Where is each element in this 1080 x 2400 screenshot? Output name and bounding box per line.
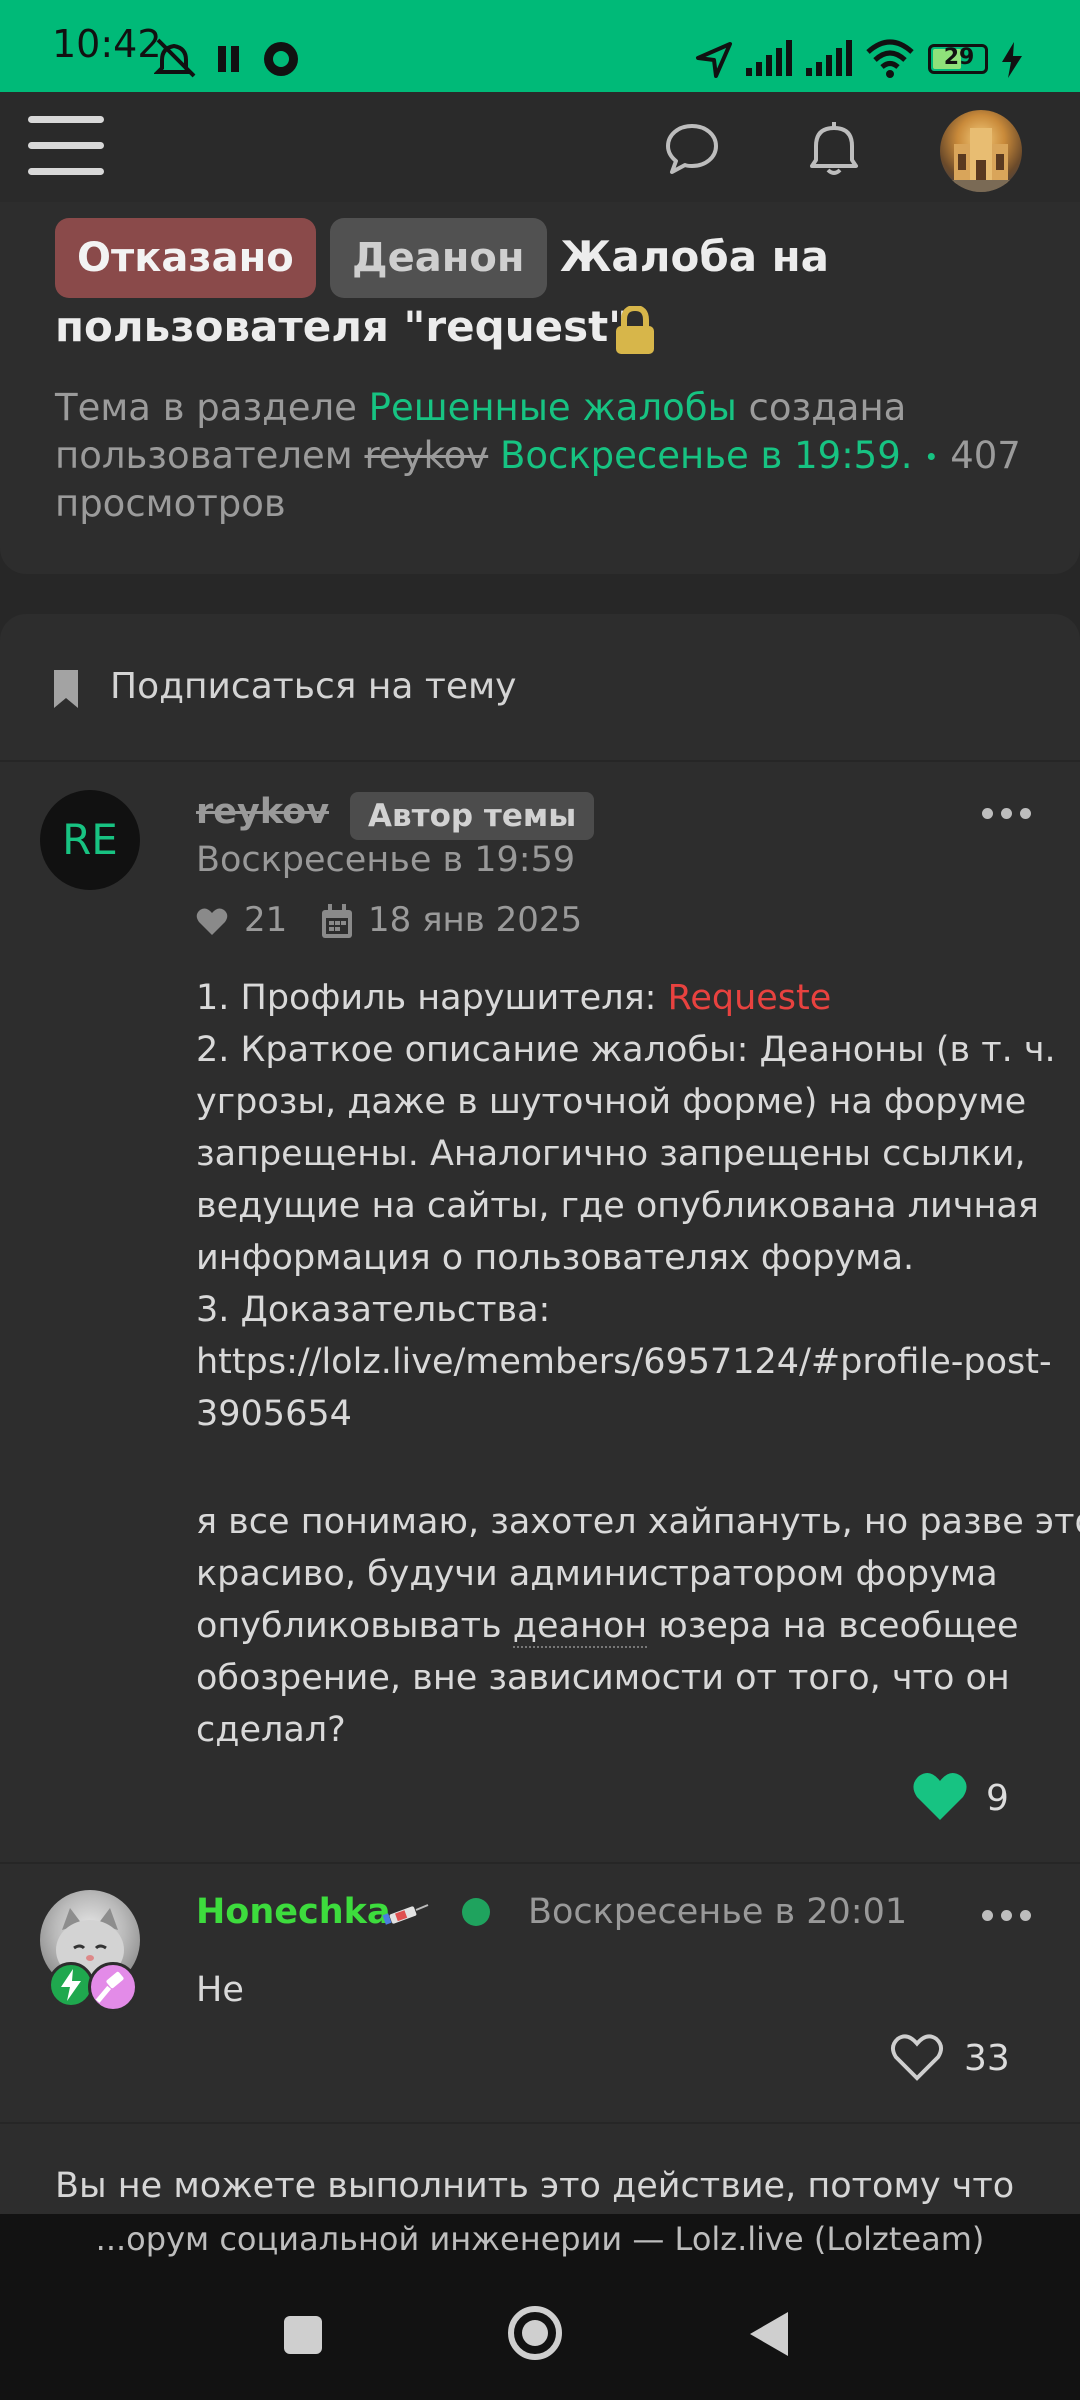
charging-icon bbox=[1002, 42, 1022, 78]
post-line: я все понимаю, захотел хайпануть, но раз… bbox=[196, 1502, 1080, 1542]
term-tooltip[interactable]: деанон bbox=[512, 1606, 648, 1648]
post-time[interactable]: Воскресенье в 19:59 bbox=[196, 840, 575, 880]
text-fragment: опубликовывать bbox=[196, 1606, 502, 1646]
section-link[interactable]: Решенные жалобы bbox=[369, 386, 737, 429]
post-avatar[interactable]: RE bbox=[40, 790, 140, 890]
pause-icon bbox=[218, 46, 239, 72]
user-avatar[interactable] bbox=[940, 110, 1022, 192]
join-date: 18 янв 2025 bbox=[368, 900, 583, 940]
post-like-count[interactable]: 9 bbox=[986, 1778, 1009, 1819]
author-badge: Автор темы bbox=[350, 792, 595, 840]
heart-filled-icon[interactable] bbox=[912, 1772, 968, 1822]
post-author-honechka[interactable]: Honechka bbox=[196, 1892, 391, 1932]
thread-meta-line2: пользователем reykov Воскресенье в 19:59… bbox=[55, 434, 1021, 477]
post-line: обозрение, вне зависимости от того, что … bbox=[196, 1658, 1010, 1698]
post-line: 3. Доказательства: bbox=[196, 1290, 551, 1330]
divider bbox=[0, 760, 1080, 762]
avatar-initials: RE bbox=[62, 815, 118, 864]
bookmark-icon bbox=[54, 670, 78, 708]
post-line: информация о пользователях форума. bbox=[196, 1238, 915, 1278]
evidence-link-cont[interactable]: 3905654 bbox=[196, 1388, 352, 1440]
post-time-honechka[interactable]: Воскресенье в 20:01 bbox=[528, 1892, 907, 1932]
likes-stat: 21 bbox=[244, 900, 288, 940]
status-badge-rejected[interactable]: Отказано bbox=[55, 218, 316, 298]
post-line: угрозы, даже в шуточной форме) на форуме bbox=[196, 1082, 1027, 1122]
divider bbox=[0, 2122, 1080, 2124]
calendar-icon bbox=[322, 904, 352, 938]
page-url-title: ...орум социальной инженерии — Lolz.live… bbox=[95, 2220, 985, 2258]
subscribe-label: Подписаться на тему bbox=[110, 666, 517, 707]
text-fragment: юзера на всеобщее bbox=[658, 1606, 1019, 1646]
battery-level: 29 bbox=[943, 45, 975, 70]
app-header bbox=[0, 92, 1080, 202]
lock-icon bbox=[616, 306, 654, 354]
bell-icon[interactable] bbox=[806, 120, 862, 178]
violator-label: 1. Профиль нарушителя: bbox=[196, 978, 657, 1018]
post-text-honechka: Не bbox=[196, 1970, 244, 2010]
more-options-icon[interactable] bbox=[982, 804, 1039, 823]
signal-icon bbox=[746, 40, 792, 76]
post-line: сделал? bbox=[196, 1710, 346, 1750]
recent-apps-button[interactable] bbox=[284, 2316, 322, 2354]
hamburger-icon[interactable] bbox=[28, 116, 104, 176]
back-button[interactable] bbox=[748, 2310, 790, 2358]
signal-icon-2 bbox=[806, 40, 852, 76]
meta-dot: • bbox=[924, 443, 939, 472]
online-status-dot bbox=[462, 1898, 490, 1926]
post-line: 1. Профиль нарушителя: Requeste bbox=[196, 972, 831, 1024]
status-time: 10:42 bbox=[52, 22, 162, 66]
home-button[interactable] bbox=[506, 2304, 564, 2362]
app-icon bbox=[264, 42, 298, 76]
post-like-count-honechka[interactable]: 33 bbox=[964, 2038, 1010, 2079]
subscribe-button[interactable]: Подписаться на тему bbox=[52, 664, 516, 716]
location-icon bbox=[696, 42, 732, 78]
post-line: опубликовывать деанон юзера на всеобщее bbox=[196, 1600, 1019, 1652]
chat-bubble-icon[interactable] bbox=[664, 122, 720, 176]
status-bar: 10:42 29 bbox=[0, 0, 1080, 92]
views-count: 407 bbox=[950, 434, 1021, 477]
evidence-link[interactable]: https://lolz.live/members/6957124/#profi… bbox=[196, 1336, 1052, 1388]
divider bbox=[0, 1862, 1080, 1864]
more-options-icon[interactable] bbox=[982, 1906, 1039, 1925]
thread-meta-line1: Тема в разделе Решенные жалобы создана bbox=[55, 386, 906, 429]
prefix-badge-deanon[interactable]: Деанон bbox=[330, 218, 547, 298]
thread-author-link[interactable]: reykov bbox=[364, 434, 488, 477]
meta-created: создана bbox=[748, 386, 907, 429]
violator-link[interactable]: Requeste bbox=[668, 978, 832, 1018]
syringe-icon bbox=[382, 1904, 429, 1925]
meta-by: пользователем bbox=[55, 434, 353, 477]
post-line: 2. Краткое описание жалобы: Деаноны (в т… bbox=[196, 1030, 1056, 1070]
heart-stat-icon bbox=[196, 908, 228, 935]
post-line: ведущие на сайты, где опубликована лична… bbox=[196, 1186, 1039, 1226]
mute-icon bbox=[154, 38, 196, 78]
post-line: красиво, будучи администратором форума bbox=[196, 1554, 998, 1594]
permission-notice: Вы не можете выполнить это действие, пот… bbox=[55, 2166, 1015, 2206]
thread-title-line2: пользователя "request" bbox=[55, 302, 631, 351]
wifi-icon bbox=[866, 39, 914, 78]
thread-date-link[interactable]: Воскресенье в 19:59. bbox=[500, 434, 913, 477]
views-label: просмотров bbox=[55, 482, 286, 525]
post-line: запрещены. Аналогично запрещены ссылки, bbox=[196, 1134, 1026, 1174]
post-author[interactable]: reykov bbox=[196, 792, 329, 832]
thread-title-line1: Жалоба на bbox=[560, 232, 830, 281]
battery-icon: 29 bbox=[928, 44, 988, 74]
heart-outline-icon[interactable] bbox=[890, 2034, 944, 2082]
hammer-badge-icon bbox=[88, 1962, 138, 2012]
meta-prefix: Тема в разделе bbox=[55, 386, 357, 429]
